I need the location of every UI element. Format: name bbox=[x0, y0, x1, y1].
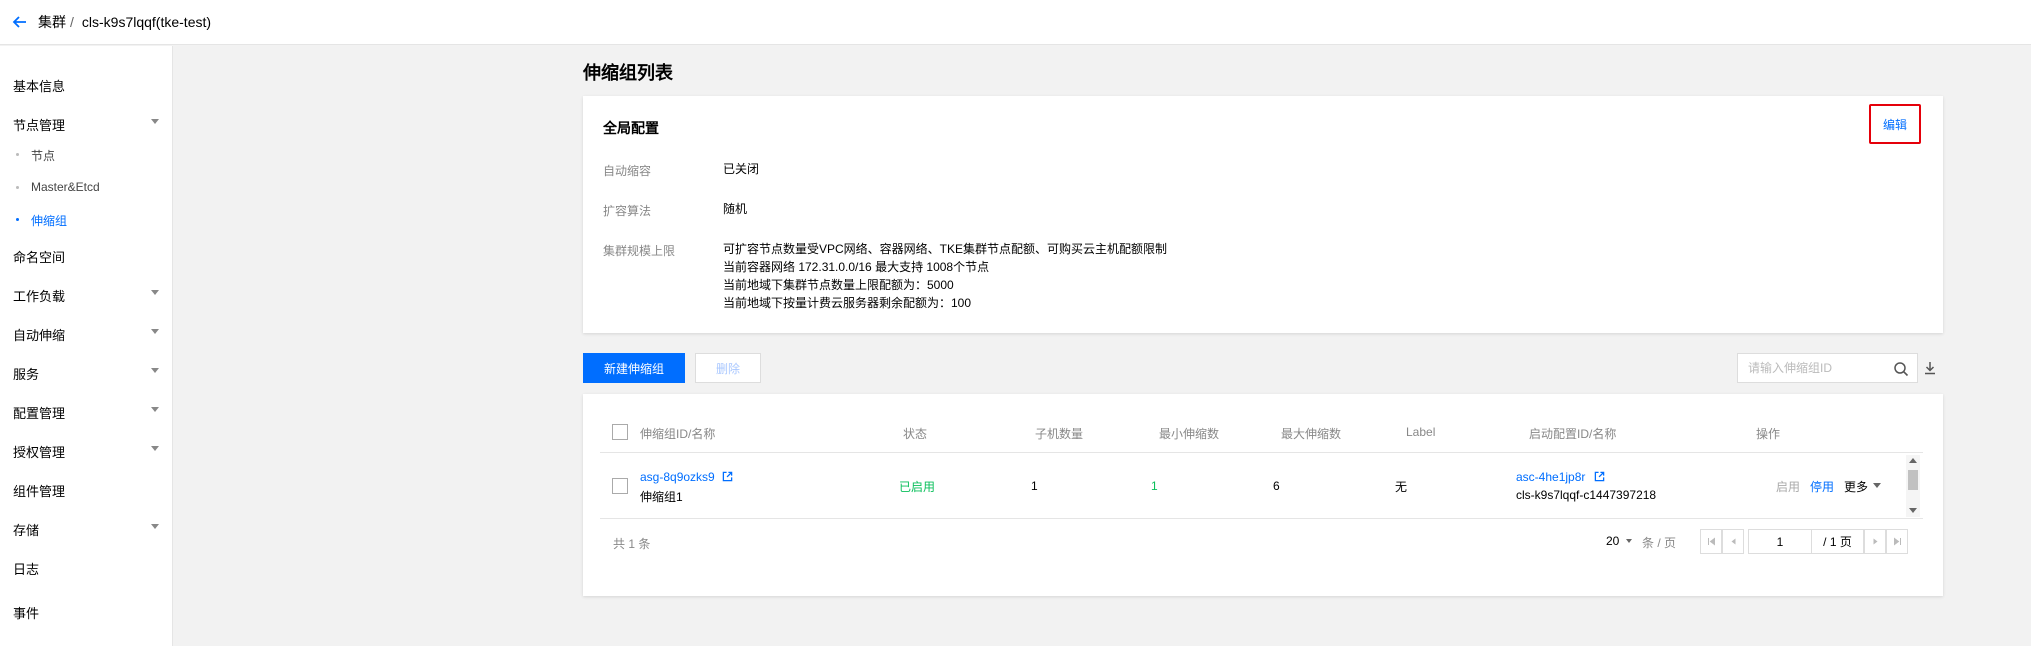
sidebar-item-authorization[interactable]: 授权管理 bbox=[13, 442, 65, 461]
table-header-divider bbox=[600, 452, 1923, 453]
breadcrumb-separator: / bbox=[70, 14, 74, 30]
min-size-value: 1 bbox=[1151, 479, 1158, 493]
scaling-group-name: 伸缩组1 bbox=[640, 490, 683, 504]
page-size-select[interactable]: 20 bbox=[1606, 534, 1632, 548]
chevron-down-icon[interactable] bbox=[151, 368, 159, 373]
sidebar-item-storage[interactable]: 存储 bbox=[13, 520, 39, 539]
chevron-down-icon[interactable] bbox=[151, 290, 159, 295]
page-number-input[interactable] bbox=[1748, 529, 1812, 554]
back-arrow-icon[interactable] bbox=[12, 14, 28, 30]
column-header-instance-count: 子机数量 bbox=[1035, 427, 1084, 441]
chevron-down-icon[interactable] bbox=[151, 407, 159, 412]
create-scaling-group-button[interactable]: 新建伸缩组 bbox=[583, 353, 685, 383]
prev-page-icon bbox=[1731, 538, 1735, 545]
last-page-button[interactable] bbox=[1886, 529, 1908, 554]
bullet-icon bbox=[16, 218, 19, 221]
top-bar: 集群 / cls-k9s7lqqf(tke-test) bbox=[0, 0, 2031, 45]
chevron-down-icon[interactable] bbox=[1873, 483, 1881, 488]
column-header-actions: 操作 bbox=[1756, 427, 1781, 441]
total-count: 共 1 条 bbox=[613, 537, 651, 551]
search-box bbox=[1737, 353, 1918, 383]
auto-scale-down-value: 已关闭 bbox=[723, 162, 760, 176]
max-size-value: 6 bbox=[1273, 479, 1280, 493]
cluster-title: cls-k9s7lqqf(tke-test) bbox=[81, 14, 212, 30]
sidebar-item-basic-info[interactable]: 基本信息 bbox=[13, 76, 65, 95]
column-header-min-size: 最小伸缩数 bbox=[1159, 427, 1220, 441]
enable-action[interactable]: 启用 bbox=[1776, 478, 1800, 495]
column-header-status: 状态 bbox=[903, 427, 928, 441]
total-pages: / 1 页 bbox=[1812, 529, 1864, 554]
sidebar-item-namespace[interactable]: 命名空间 bbox=[13, 247, 65, 266]
more-actions[interactable]: 更多 bbox=[1844, 478, 1868, 495]
column-header-id-name: 伸缩组ID/名称 bbox=[640, 427, 716, 441]
edit-button[interactable]: 编辑 bbox=[1883, 116, 1907, 133]
bullet-icon bbox=[16, 153, 19, 156]
search-input[interactable] bbox=[1738, 354, 1878, 382]
sidebar-item-node-management[interactable]: 节点管理 bbox=[13, 115, 65, 134]
table-row-divider bbox=[600, 518, 1923, 519]
external-link-icon[interactable] bbox=[722, 471, 733, 482]
cluster-limit-line: 当前地域下集群节点数量上限配额为：5000 bbox=[723, 278, 954, 292]
cluster-limit-line: 当前容器网络 172.31.0.0/16 最大支持 1008个节点 bbox=[723, 260, 990, 274]
bullet-icon bbox=[16, 186, 19, 189]
page-size-value: 20 bbox=[1606, 534, 1620, 548]
cluster-limit-line: 可扩容节点数量受VPC网络、容器网络、TKE集群节点配额、可购买云主机配额限制 bbox=[723, 242, 1168, 256]
cluster-limit-label: 集群规模上限 bbox=[603, 244, 676, 258]
row-checkbox[interactable] bbox=[612, 478, 628, 494]
status-badge: 已启用 bbox=[899, 480, 936, 494]
sidebar-subitem-nodes[interactable]: 节点 bbox=[31, 147, 55, 164]
sidebar-item-addons[interactable]: 组件管理 bbox=[13, 481, 65, 500]
next-page-button[interactable] bbox=[1864, 529, 1886, 554]
chevron-down-icon[interactable] bbox=[151, 446, 159, 451]
last-page-icon bbox=[1893, 537, 1901, 546]
launch-config-name: cls-k9s7lqqf-c1447397218 bbox=[1516, 488, 1657, 502]
instance-count: 1 bbox=[1031, 479, 1038, 493]
column-header-launch-config: 启动配置ID/名称 bbox=[1529, 427, 1617, 441]
scale-algorithm-value: 随机 bbox=[723, 202, 748, 216]
scroll-up-icon[interactable] bbox=[1909, 458, 1917, 463]
scrollbar-thumb[interactable] bbox=[1908, 470, 1918, 490]
search-icon[interactable] bbox=[1893, 361, 1909, 377]
sidebar-subitem-master-etcd[interactable]: Master&Etcd bbox=[31, 180, 100, 194]
sidebar-item-logs[interactable]: 日志 bbox=[13, 559, 39, 578]
breadcrumb-cluster[interactable]: 集群 bbox=[38, 12, 66, 32]
sidebar-item-service[interactable]: 服务 bbox=[13, 364, 39, 383]
global-config-card: 全局配置 编辑 自动缩容 已关闭 扩容算法 随机 集群规模上限 可扩容节点数量受… bbox=[583, 96, 1943, 333]
sidebar-item-autoscaling[interactable]: 自动伸缩 bbox=[13, 325, 65, 344]
page-title: 伸缩组列表 bbox=[583, 63, 673, 83]
chevron-down-icon[interactable] bbox=[151, 524, 159, 529]
page-size-unit: 条 / 页 bbox=[1642, 536, 1677, 550]
cluster-limit-value: 可扩容节点数量受VPC网络、容器网络、TKE集群节点配额、可购买云主机配额限制 … bbox=[723, 240, 1167, 312]
sidebar-item-events[interactable]: 事件 bbox=[13, 603, 39, 622]
delete-button[interactable]: 删除 bbox=[695, 353, 761, 383]
column-header-label: Label bbox=[1406, 425, 1436, 439]
scroll-down-icon[interactable] bbox=[1909, 508, 1917, 513]
download-icon[interactable] bbox=[1922, 360, 1938, 376]
launch-config-id-link[interactable]: asc-4he1jp8r bbox=[1516, 470, 1585, 484]
global-config-title: 全局配置 bbox=[603, 120, 659, 136]
edit-highlight-box: 编辑 bbox=[1869, 104, 1921, 144]
column-header-max-size: 最大伸缩数 bbox=[1281, 427, 1342, 441]
label-value: 无 bbox=[1395, 480, 1408, 494]
cluster-limit-line: 当前地域下按量计费云服务器剩余配额为：100 bbox=[723, 296, 972, 310]
external-link-icon[interactable] bbox=[1594, 471, 1605, 482]
sidebar: 基本信息 节点管理 节点 Master&Etcd 伸缩组 命名空间 工作负载 自… bbox=[0, 46, 173, 646]
select-all-checkbox[interactable] bbox=[612, 424, 628, 440]
scale-algorithm-label: 扩容算法 bbox=[603, 204, 652, 218]
chevron-down-icon[interactable] bbox=[151, 119, 159, 124]
sidebar-item-workload[interactable]: 工作负载 bbox=[13, 286, 65, 305]
chevron-down-icon bbox=[1625, 539, 1632, 543]
scaling-group-table-card bbox=[583, 394, 1943, 596]
sidebar-item-config-management[interactable]: 配置管理 bbox=[13, 403, 65, 422]
table-scrollbar[interactable] bbox=[1906, 455, 1920, 517]
chevron-down-icon[interactable] bbox=[151, 329, 159, 334]
first-page-icon bbox=[1707, 537, 1715, 546]
first-page-button[interactable] bbox=[1700, 529, 1722, 554]
sidebar-subitem-scaling-group[interactable]: 伸缩组 bbox=[31, 212, 67, 229]
next-page-icon bbox=[1873, 538, 1877, 545]
scaling-group-id-link[interactable]: asg-8q9ozks9 bbox=[640, 470, 715, 484]
disable-action[interactable]: 停用 bbox=[1810, 478, 1834, 495]
auto-scale-down-label: 自动缩容 bbox=[603, 164, 652, 178]
prev-page-button[interactable] bbox=[1722, 529, 1744, 554]
